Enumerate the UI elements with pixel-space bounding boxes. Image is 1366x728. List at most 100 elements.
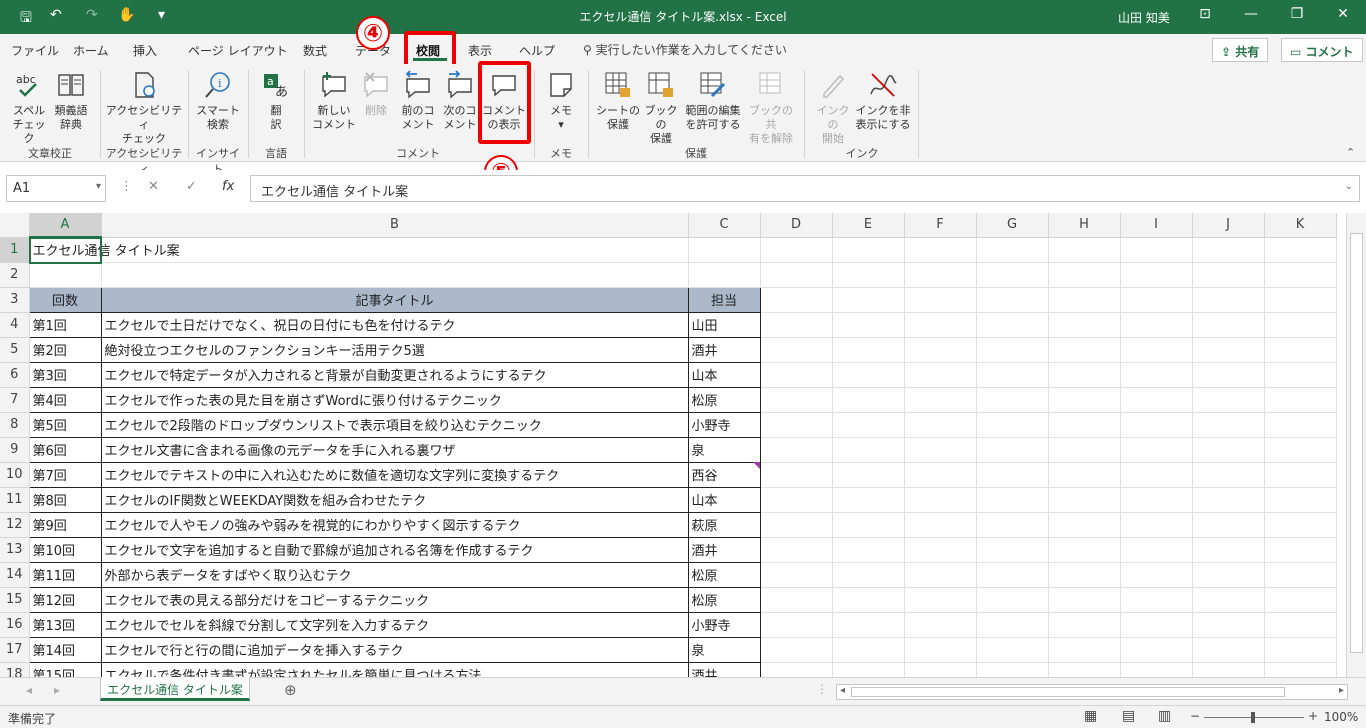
row-header[interactable]: 4 [0, 312, 30, 338]
row-header[interactable]: 10 [0, 462, 30, 488]
cell[interactable] [1048, 512, 1121, 538]
data-cell[interactable]: 泉 [687, 636, 761, 663]
cell[interactable] [1048, 287, 1121, 313]
cell[interactable] [1264, 612, 1337, 638]
data-cell[interactable]: 山本 [687, 361, 761, 388]
page-layout-view-icon[interactable]: ▤ [1122, 708, 1135, 724]
cell[interactable] [760, 512, 833, 538]
cell[interactable] [904, 312, 977, 338]
cell[interactable] [1264, 512, 1337, 538]
cell[interactable] [1048, 612, 1121, 638]
cell[interactable] [976, 612, 1049, 638]
cell[interactable] [904, 537, 977, 563]
cell[interactable] [976, 637, 1049, 663]
row-header[interactable]: 9 [0, 437, 30, 463]
cell[interactable] [1264, 362, 1337, 388]
cell[interactable] [760, 387, 833, 413]
cell[interactable] [904, 662, 977, 677]
cell[interactable] [760, 537, 833, 563]
row-header[interactable]: 5 [0, 337, 30, 363]
cell[interactable] [1120, 512, 1193, 538]
cell[interactable] [1048, 437, 1121, 463]
horizontal-scrollbar[interactable]: ◂ ▸ [836, 684, 1348, 700]
cell[interactable] [1120, 562, 1193, 588]
cell[interactable] [1264, 412, 1337, 438]
cell[interactable] [976, 662, 1049, 677]
column-header[interactable]: A [29, 213, 102, 238]
new-sheet-icon[interactable]: ⊕ [284, 681, 297, 699]
data-cell[interactable]: 松原 [687, 586, 761, 613]
cell[interactable] [1264, 662, 1337, 677]
cell[interactable] [688, 262, 761, 288]
cell[interactable] [1120, 287, 1193, 313]
column-header[interactable]: C [688, 213, 761, 238]
cell[interactable] [1192, 237, 1265, 263]
cell[interactable] [1120, 662, 1193, 677]
share-button[interactable]: ⇪ 共有 [1212, 38, 1269, 62]
cell[interactable] [976, 337, 1049, 363]
table-header-cell[interactable]: 回数 [28, 286, 102, 313]
cell[interactable] [1120, 462, 1193, 488]
cell[interactable] [832, 287, 905, 313]
column-header[interactable]: H [1048, 213, 1121, 238]
cell[interactable] [904, 487, 977, 513]
new-comment-button[interactable]: 新しい コメント [312, 70, 356, 132]
data-cell[interactable]: 第11回 [28, 561, 102, 588]
cell[interactable] [1264, 562, 1337, 588]
cell[interactable] [1120, 337, 1193, 363]
cell[interactable] [1048, 262, 1121, 288]
cell[interactable] [976, 537, 1049, 563]
formula-input[interactable]: エクセル通信 タイトル案 ⌄ [250, 175, 1360, 202]
normal-view-icon[interactable]: ▦ [1084, 708, 1097, 724]
cell[interactable] [976, 362, 1049, 388]
cell[interactable] [1048, 462, 1121, 488]
cell[interactable] [1192, 362, 1265, 388]
cell[interactable] [760, 262, 833, 288]
data-cell[interactable]: エクセルでセルを斜線で分割して文字列を入力するテク [100, 611, 689, 638]
tab-page-layout[interactable]: ページ レイアウト [188, 42, 288, 59]
cell[interactable] [760, 487, 833, 513]
column-header[interactable]: G [976, 213, 1049, 238]
cell[interactable] [1192, 612, 1265, 638]
cell[interactable] [832, 412, 905, 438]
row-header[interactable]: 16 [0, 612, 30, 638]
tab-insert[interactable]: 挿入 [133, 42, 157, 59]
cell[interactable] [1120, 437, 1193, 463]
row-header[interactable]: 7 [0, 387, 30, 413]
row-header[interactable]: 18 [0, 662, 30, 677]
cell[interactable] [904, 287, 977, 313]
start-inking-button[interactable]: インクの 開始 [812, 70, 854, 146]
data-cell[interactable]: 第14回 [28, 636, 102, 663]
cell[interactable] [976, 562, 1049, 588]
split-handle-icon[interactable]: ⋮ [816, 682, 828, 696]
cell[interactable] [832, 662, 905, 677]
data-cell[interactable]: エクセルで行と行の間に追加データを挿入するテク [100, 636, 689, 663]
tab-formulas[interactable]: 数式 [303, 42, 327, 59]
translate-button[interactable]: aあ 翻 訳 [254, 70, 298, 132]
cell[interactable] [832, 362, 905, 388]
data-cell[interactable]: 第13回 [28, 611, 102, 638]
data-cell[interactable]: 萩原 [687, 511, 761, 538]
cell[interactable] [1192, 637, 1265, 663]
row-header[interactable]: 15 [0, 587, 30, 613]
vertical-scrollbar[interactable] [1346, 213, 1366, 677]
data-cell[interactable]: 第1回 [28, 311, 102, 338]
name-box-dropdown-icon[interactable]: ▾ [96, 181, 101, 192]
data-cell[interactable]: エクセルで表の見える部分だけをコピーするテクニック [100, 586, 689, 613]
cell[interactable] [1048, 362, 1121, 388]
cell[interactable] [904, 637, 977, 663]
comments-button[interactable]: ▭ コメント [1281, 38, 1363, 62]
row-header[interactable]: 12 [0, 512, 30, 538]
cell[interactable] [1120, 312, 1193, 338]
cell[interactable] [1264, 637, 1337, 663]
data-cell[interactable]: 外部から表データをすばやく取り込むテク [100, 561, 689, 588]
cell[interactable] [760, 612, 833, 638]
cell[interactable] [760, 237, 833, 263]
cell[interactable] [832, 237, 905, 263]
table-header-cell[interactable]: 記事タイトル [100, 286, 689, 313]
data-cell[interactable]: 第3回 [28, 361, 102, 388]
collapse-ribbon-icon[interactable]: ⌃ [1346, 146, 1355, 159]
cell[interactable] [1192, 587, 1265, 613]
scroll-right-icon[interactable]: ▸ [1339, 685, 1344, 696]
data-cell[interactable]: 絶対役立つエクセルのファンクションキー活用テク5選 [100, 336, 689, 363]
